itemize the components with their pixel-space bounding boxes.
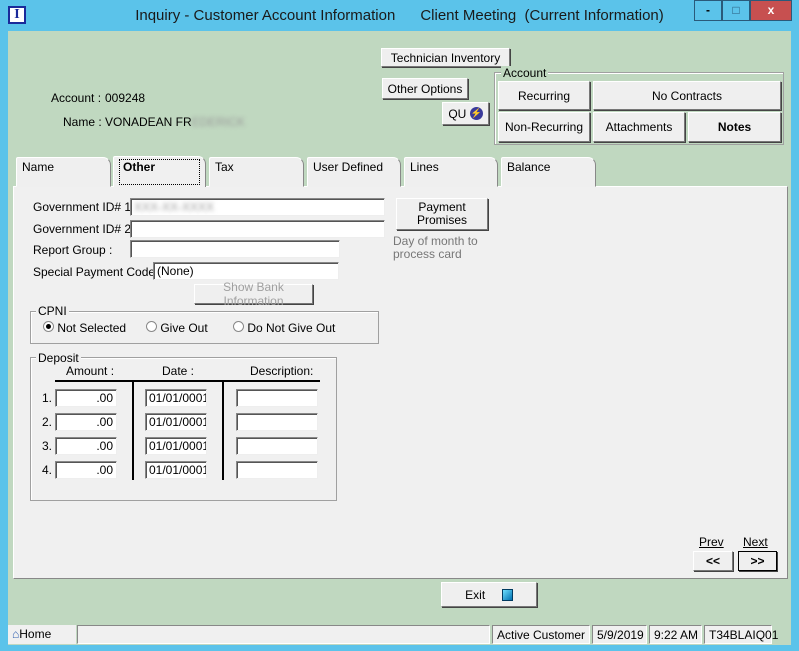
- name-value: VONADEAN FREDERICK: [105, 115, 245, 129]
- show-bank-info-button[interactable]: Show Bank Information: [194, 280, 313, 308]
- status-date: 5/9/2019: [592, 625, 647, 644]
- deposit-legend: Deposit: [36, 351, 81, 365]
- door-icon: [501, 588, 513, 601]
- name-text: VONADEAN FR: [105, 115, 192, 129]
- next-label: Next: [743, 535, 768, 549]
- recurring-button[interactable]: Recurring: [498, 81, 590, 110]
- report-group-label: Report Group :: [33, 243, 113, 257]
- tab-tax[interactable]: Tax: [209, 157, 304, 187]
- row-number: 2.: [42, 415, 53, 429]
- date-header: Date :: [162, 364, 195, 378]
- tab-name[interactable]: Name: [16, 157, 111, 187]
- deposit-description-input[interactable]: [236, 389, 318, 407]
- special-payment-input[interactable]: (None): [153, 262, 339, 280]
- status-time: 9:22 AM: [649, 625, 702, 644]
- column-divider: [132, 381, 134, 480]
- deposit-amount-input[interactable]: .00: [55, 437, 117, 455]
- column-divider: [222, 381, 224, 480]
- tab-lines[interactable]: Lines: [404, 157, 498, 187]
- minimize-button[interactable]: -: [694, 0, 722, 21]
- radio-icon: [43, 321, 54, 332]
- gov-id2-input[interactable]: [130, 220, 385, 238]
- cpni-option-do-not-give-out[interactable]: Do Not Give Out: [233, 321, 335, 335]
- header-divider: [55, 380, 320, 382]
- exit-button[interactable]: Exit: [441, 582, 537, 607]
- prev-button[interactable]: <<: [693, 551, 733, 571]
- tab-other-label: Other: [119, 159, 200, 185]
- gov-id1-input[interactable]: XXX-XX-XXXX: [130, 198, 385, 216]
- cpni-legend: CPNI: [36, 304, 69, 318]
- window-subtitle: Client Meeting (Current Information): [420, 7, 664, 24]
- account-value: 009248: [105, 91, 146, 105]
- other-options-button[interactable]: Other Options: [382, 78, 468, 99]
- prev-label: Prev: [699, 535, 724, 549]
- tab-other[interactable]: Other: [113, 156, 206, 187]
- attachments-button[interactable]: Attachments: [593, 112, 685, 142]
- gov-id1-label: Government ID# 1 :: [33, 200, 138, 214]
- next-button[interactable]: >>: [738, 551, 777, 571]
- deposit-date-input[interactable]: 01/01/0001: [145, 389, 207, 407]
- payment-promises-button[interactable]: Payment Promises: [396, 198, 488, 230]
- radio-icon: [146, 321, 157, 332]
- qu-label: QU: [448, 106, 467, 121]
- option-label: Not Selected: [57, 321, 127, 335]
- non-recurring-button[interactable]: Non-Recurring: [498, 112, 590, 142]
- row-number: 3.: [42, 439, 53, 453]
- deposit-date-input[interactable]: 01/01/0001: [145, 437, 207, 455]
- account-group-legend: Account: [501, 66, 549, 80]
- option-label: Give Out: [160, 321, 208, 335]
- deposit-description-input[interactable]: [236, 461, 318, 479]
- home-button[interactable]: ⌂Home: [8, 625, 76, 644]
- maximize-button[interactable]: □: [722, 0, 750, 21]
- option-label: Do Not Give Out: [247, 321, 336, 335]
- row-number: 4.: [42, 463, 53, 477]
- deposit-date-input[interactable]: 01/01/0001: [145, 413, 207, 431]
- name-redacted: EDERICK: [191, 115, 246, 129]
- close-button[interactable]: x: [750, 0, 792, 21]
- qu-button[interactable]: QU ⚡: [442, 102, 489, 125]
- lightning-icon: ⚡: [469, 107, 483, 120]
- radio-icon: [233, 321, 244, 332]
- cpni-option-not-selected[interactable]: Not Selected: [43, 321, 126, 335]
- gov-id1-value: XXX-XX-XXXX: [134, 200, 215, 214]
- amount-header: Amount :: [66, 364, 115, 378]
- no-contracts-button[interactable]: No Contracts: [593, 81, 781, 110]
- deposit-description-input[interactable]: [236, 413, 318, 431]
- tab-balance[interactable]: Balance: [501, 157, 596, 187]
- tab-user-defined[interactable]: User Defined: [307, 157, 401, 187]
- technician-inventory-button[interactable]: Technician Inventory: [381, 48, 510, 67]
- account-label: Account :: [51, 91, 102, 105]
- cpni-option-give-out[interactable]: Give Out: [146, 321, 208, 335]
- report-group-input[interactable]: [130, 240, 340, 258]
- status-message: [77, 625, 490, 644]
- customer-status: Active Customer: [492, 625, 590, 644]
- deposit-description-input[interactable]: [236, 437, 318, 455]
- deposit-amount-input[interactable]: .00: [55, 461, 117, 479]
- deposit-amount-input[interactable]: .00: [55, 389, 117, 407]
- description-header: Description:: [250, 364, 314, 378]
- deposit-amount-input[interactable]: .00: [55, 413, 117, 431]
- deposit-date-input[interactable]: 01/01/0001: [145, 461, 207, 479]
- status-terminal: T34BLAIQ01: [704, 625, 778, 644]
- window-title: Inquiry - Customer Account Information C…: [0, 7, 799, 24]
- exit-label: Exit: [465, 587, 486, 602]
- row-number: 1.: [42, 391, 53, 405]
- notes-button[interactable]: Notes: [688, 112, 781, 142]
- window-title-text: Inquiry - Customer Account Information: [135, 7, 396, 24]
- day-of-month-note: Day of month to process card: [393, 234, 478, 261]
- name-label: Name :: [63, 115, 102, 129]
- special-payment-label: Special Payment Code :: [33, 265, 162, 279]
- gov-id2-label: Government ID# 2 :: [33, 222, 138, 236]
- home-label: Home: [19, 627, 52, 641]
